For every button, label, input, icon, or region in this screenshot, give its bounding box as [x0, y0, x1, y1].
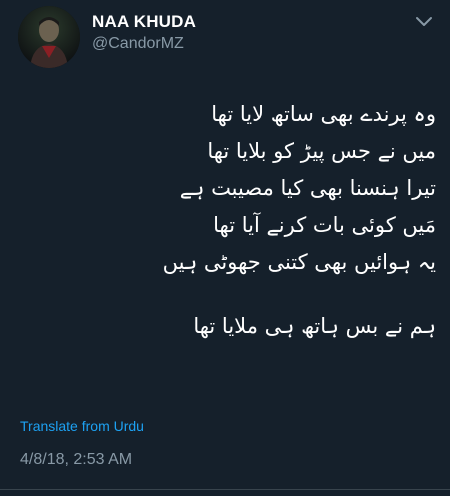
divider	[0, 489, 450, 490]
display-name[interactable]: NAA KHUDA	[92, 12, 196, 32]
stanza-gap	[16, 281, 436, 308]
translate-link[interactable]: Translate from Urdu	[20, 418, 144, 434]
tweet-text: وہ پرندے بھی ساتھ لایا تھا میں نے جس پیڑ…	[16, 96, 436, 345]
avatar[interactable]	[18, 6, 80, 68]
poem-final-line: ہم نے بس ہاتھ ہی ملایا تھا	[193, 314, 436, 338]
poem-line: میں نے جس پیڑ کو بلایا تھا	[207, 139, 436, 163]
poem-line: تیرا ہنسنا بھی کیا مصیبت ہے	[179, 176, 436, 200]
poem-line: وہ پرندے بھی ساتھ لایا تھا	[211, 102, 436, 126]
poem-line: یہ ہوائیں بھی کتنی جھوٹی ہیں	[162, 250, 436, 274]
poem-line: مَیں کوئی بات کرنے آیا تھا	[213, 213, 436, 237]
timestamp[interactable]: 4/8/18, 2:53 AM	[20, 451, 132, 469]
user-handle[interactable]: @CandorMZ	[92, 35, 184, 53]
chevron-down-icon[interactable]	[415, 14, 433, 28]
tweet-detail: NAA KHUDA @CandorMZ وہ پرندے بھی ساتھ لا…	[0, 0, 450, 496]
